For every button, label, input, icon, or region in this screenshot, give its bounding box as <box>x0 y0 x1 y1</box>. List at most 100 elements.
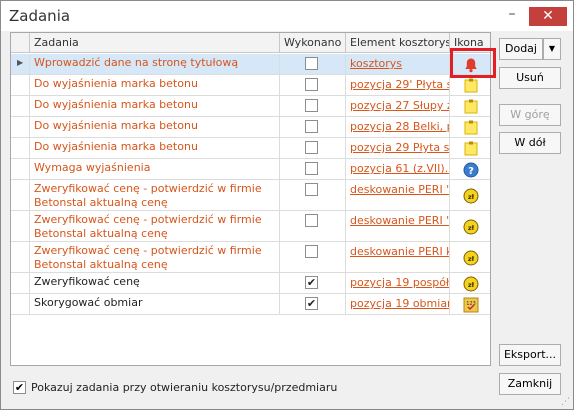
svg-text:123: 123 <box>466 301 476 307</box>
move-down-button[interactable]: W dół <box>499 132 561 154</box>
remove-button[interactable]: Usuń <box>499 67 561 89</box>
icon-cell[interactable] <box>450 96 490 116</box>
add-dropdown-icon[interactable]: ▼ <box>543 38 561 60</box>
row-indicator[interactable] <box>11 211 30 241</box>
show-on-open-checkbox[interactable]: ✔ <box>13 381 26 394</box>
done-cell <box>280 138 346 158</box>
table-row[interactable]: Do wyjaśnienia marka betonu pozycja 27 Sł… <box>11 96 490 117</box>
row-indicator[interactable] <box>11 159 30 179</box>
table-row[interactable]: Do wyjaśnienia marka betonu pozycja 29 Pł… <box>11 138 490 159</box>
done-checkbox[interactable]: ✔ <box>305 276 318 289</box>
done-checkbox[interactable] <box>305 141 318 154</box>
minimize-icon[interactable]: – <box>501 6 523 26</box>
icon-cell[interactable]: ? <box>450 159 490 179</box>
table-row[interactable]: Wymaga wyjaśnienia pozycja 61 (z.VII)...? <box>11 159 490 180</box>
column-header-element[interactable]: Element kosztorysu <box>346 33 450 53</box>
icon-cell[interactable]: zł <box>450 242 490 272</box>
svg-text:zł: zł <box>468 193 475 201</box>
table-row[interactable]: Skorygować obmiar ✔ pozycja 19 obmiar... 12… <box>11 294 490 315</box>
question-icon: ? <box>463 162 479 178</box>
note-icon <box>463 141 479 157</box>
icon-cell[interactable] <box>450 138 490 158</box>
svg-text:zł: zł <box>468 224 475 232</box>
task-cell[interactable]: Zweryfikować cenę - potwierdzić w firmie… <box>30 242 280 272</box>
icon-cell[interactable]: zł <box>450 273 490 293</box>
row-indicator[interactable] <box>11 96 30 116</box>
add-button[interactable]: Dodaj <box>499 38 543 60</box>
task-cell[interactable]: Do wyjaśnienia marka betonu <box>30 75 280 95</box>
row-indicator[interactable] <box>11 75 30 95</box>
element-link[interactable]: pozycja 61 (z.VII)... <box>346 159 450 179</box>
done-checkbox[interactable] <box>305 183 318 196</box>
done-cell <box>280 117 346 137</box>
row-indicator[interactable] <box>11 180 30 210</box>
row-indicator[interactable] <box>11 294 30 314</box>
current-row-arrow-icon: ▶ <box>17 58 24 67</box>
element-link[interactable]: deskowanie PERI "... <box>346 180 450 210</box>
icon-cell[interactable] <box>450 117 490 137</box>
done-cell <box>280 242 346 272</box>
element-link[interactable]: pozycja 28 Belki, p... <box>346 117 450 137</box>
close-icon[interactable]: ✕ <box>529 7 567 26</box>
table-row[interactable]: ▶ Wprowadzić dane na stronę tytułową koszt… <box>11 54 490 75</box>
note-icon <box>463 120 479 136</box>
table-row[interactable]: Zweryfikować cenę - potwierdzić w firmie… <box>11 242 490 273</box>
element-link[interactable]: pozycja 29' Płyta s... <box>346 75 450 95</box>
show-on-open-label: Pokazuj zadania przy otwieraniu kosztory… <box>31 381 338 394</box>
table-row[interactable]: Zweryfikować cenę - potwierdzić w firmie… <box>11 211 490 242</box>
table-row[interactable]: Zweryfikować cenę ✔ pozycja 19 pospół... zł <box>11 273 490 294</box>
row-indicator[interactable] <box>11 138 30 158</box>
done-cell: ✔ <box>280 273 346 293</box>
note-icon <box>463 99 479 115</box>
icon-cell[interactable]: zł <box>450 211 490 241</box>
task-cell[interactable]: Do wyjaśnienia marka betonu <box>30 138 280 158</box>
row-indicator[interactable] <box>11 117 30 137</box>
svg-text:zł: zł <box>468 281 475 289</box>
tasks-grid: Zadania Wykonano Element kosztorysu Ikon… <box>10 32 491 366</box>
element-link[interactable]: pozycja 29 Płyta s... <box>346 138 450 158</box>
column-header-done[interactable]: Wykonano <box>280 33 346 53</box>
element-link[interactable]: pozycja 27 Słupy ż... <box>346 96 450 116</box>
task-cell[interactable]: Zweryfikować cenę - potwierdzić w firmie… <box>30 211 280 241</box>
task-cell[interactable]: Do wyjaśnienia marka betonu <box>30 96 280 116</box>
element-link[interactable]: deskowanie PERI "... <box>346 211 450 241</box>
move-up-button[interactable]: W górę <box>499 104 561 126</box>
done-checkbox[interactable] <box>305 214 318 227</box>
done-checkbox[interactable] <box>305 99 318 112</box>
svg-text:?: ? <box>468 166 474 177</box>
icon-cell[interactable]: 123 <box>450 294 490 314</box>
done-checkbox[interactable] <box>305 78 318 91</box>
done-checkbox[interactable] <box>305 162 318 175</box>
coin-icon: zł <box>463 276 479 292</box>
element-link[interactable]: deskowanie PERI k... <box>346 242 450 272</box>
task-cell[interactable]: Wprowadzić dane na stronę tytułową <box>30 54 280 74</box>
title-bar: Zadania – ✕ <box>1 1 573 31</box>
table-row[interactable]: Do wyjaśnienia marka betonu pozycja 29' P… <box>11 75 490 96</box>
svg-text:zł: zł <box>468 255 475 263</box>
column-header-task[interactable]: Zadania <box>30 33 280 53</box>
export-button[interactable]: Eksport... <box>499 344 561 366</box>
table-row[interactable]: Zweryfikować cenę - potwierdzić w firmie… <box>11 180 490 211</box>
coin-icon: zł <box>463 188 479 204</box>
row-indicator[interactable]: ▶ <box>11 54 30 74</box>
task-cell[interactable]: Skorygować obmiar <box>30 294 280 314</box>
done-checkbox[interactable] <box>305 57 318 70</box>
task-cell[interactable]: Wymaga wyjaśnienia <box>30 159 280 179</box>
task-cell[interactable]: Do wyjaśnienia marka betonu <box>30 117 280 137</box>
close-button[interactable]: Zamknij <box>499 373 561 395</box>
task-cell[interactable]: Zweryfikować cenę <box>30 273 280 293</box>
element-link[interactable]: kosztorys <box>346 54 450 74</box>
table-row[interactable]: Do wyjaśnienia marka betonu pozycja 28 Be… <box>11 117 490 138</box>
resize-grip-icon[interactable]: ⋰ <box>561 397 570 407</box>
element-link[interactable]: pozycja 19 pospół... <box>346 273 450 293</box>
done-checkbox[interactable]: ✔ <box>305 297 318 310</box>
done-checkbox[interactable] <box>305 245 318 258</box>
task-cell[interactable]: Zweryfikować cenę - potwierdzić w firmie… <box>30 180 280 210</box>
row-indicator[interactable] <box>11 242 30 272</box>
element-link[interactable]: pozycja 19 obmiar... <box>346 294 450 314</box>
row-indicator[interactable] <box>11 273 30 293</box>
icon-cell[interactable]: zł <box>450 180 490 210</box>
done-checkbox[interactable] <box>305 120 318 133</box>
icon-cell[interactable] <box>450 75 490 95</box>
done-cell <box>280 180 346 210</box>
